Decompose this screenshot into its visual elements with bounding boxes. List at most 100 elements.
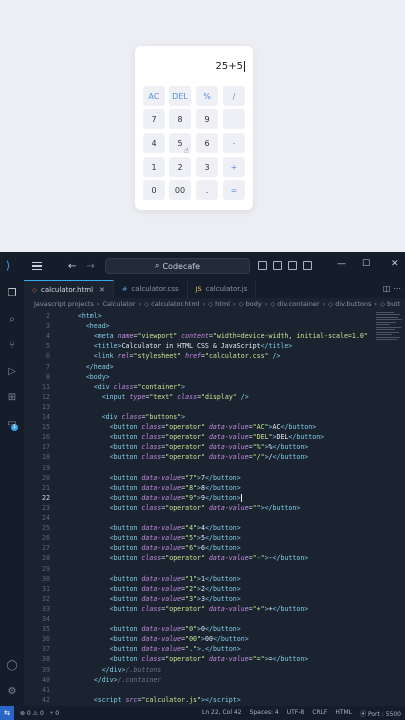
code-line[interactable]: 29: [24, 564, 374, 574]
close-tab-icon[interactable]: ✕: [99, 286, 105, 294]
source-control-icon[interactable]: ⑂: [6, 340, 18, 352]
calc-button[interactable]: 8: [169, 109, 191, 129]
code-line[interactable]: 24: [24, 513, 374, 523]
code-line[interactable]: 27 <button data-value="6">6</button>: [24, 543, 374, 553]
language-mode[interactable]: HTML: [335, 709, 352, 718]
calc-button[interactable]: +: [223, 157, 245, 177]
maximize-button[interactable]: ☐: [362, 259, 370, 269]
code-line[interactable]: 23 <button class="operator" data-value="…: [24, 503, 374, 513]
code-line[interactable]: 2 <html>: [24, 311, 374, 321]
breadcrumb-item[interactable]: ◇ html: [208, 300, 230, 308]
split-editor-icon[interactable]: ◫: [383, 284, 391, 293]
problems-count[interactable]: ⊗ 0 ⚠ 0: [20, 710, 44, 717]
code-line[interactable]: 16 <button class="operator" data-value="…: [24, 432, 374, 442]
calc-button[interactable]: 1: [143, 157, 165, 177]
back-arrow-icon[interactable]: ←: [68, 261, 76, 272]
code-line[interactable]: 17 <button class="operator" data-value="…: [24, 442, 374, 452]
code-line[interactable]: 42 <script src="calculator.js"></script>: [24, 695, 374, 705]
calc-button[interactable]: /: [223, 86, 245, 106]
breadcrumb-item[interactable]: ◇ div.buttons: [328, 300, 371, 308]
calc-button[interactable]: 4: [143, 133, 165, 153]
cursor-position[interactable]: Ln 22, Col 42: [202, 709, 242, 718]
minimap[interactable]: [374, 310, 405, 360]
code-line[interactable]: 21 <button data-value="8">8</button>: [24, 483, 374, 493]
extensions-icon[interactable]: ⊞: [6, 392, 18, 404]
code-line[interactable]: 5 <title>Calculator in HTML CSS & JavaSc…: [24, 341, 374, 351]
code-line[interactable]: 34: [24, 614, 374, 624]
calc-button[interactable]: %: [196, 86, 218, 106]
forward-arrow-icon[interactable]: →: [86, 261, 94, 272]
run-debug-icon[interactable]: ▷: [6, 366, 18, 378]
calc-button[interactable]: DEL: [169, 86, 191, 106]
code-line[interactable]: 28 <button class="operator" data-value="…: [24, 553, 374, 563]
calc-button[interactable]: 7: [143, 109, 165, 129]
search-icon[interactable]: ⌕: [6, 314, 18, 326]
code-line[interactable]: 39 </div>/.buttons: [24, 665, 374, 675]
more-actions-icon[interactable]: ⋯: [393, 284, 401, 293]
calc-button[interactable]: 9: [196, 109, 218, 129]
remote-explorer-icon[interactable]: ▭: [6, 418, 18, 430]
minimize-button[interactable]: —: [337, 259, 346, 269]
calc-button[interactable]: .: [196, 180, 218, 200]
breadcrumb-item[interactable]: ◇ body: [239, 300, 262, 308]
calc-button[interactable]: -: [223, 133, 245, 153]
calc-button[interactable]: 0: [143, 180, 165, 200]
code-line[interactable]: 26 <button data-value="5">5</button>: [24, 533, 374, 543]
code-line[interactable]: 4 <meta name="viewport" content="width=d…: [24, 331, 374, 341]
code-line[interactable]: 7 </head>: [24, 362, 374, 372]
menu-icon[interactable]: [32, 262, 42, 270]
breadcrumb-item[interactable]: ◇ calculator.html: [144, 300, 199, 308]
tab-calculator-css[interactable]: # calculator.css: [114, 280, 188, 298]
code-line[interactable]: 18 <button class="operator" data-value="…: [24, 452, 374, 462]
code-line[interactable]: 30 <button data-value="1">1</button>: [24, 574, 374, 584]
code-line[interactable]: 8 <body>: [24, 372, 374, 382]
code-line[interactable]: 38 <button class="operator" data-value="…: [24, 654, 374, 664]
toggle-secondary-sidebar-icon[interactable]: [288, 261, 297, 270]
remote-indicator-icon[interactable]: ⇆: [0, 706, 14, 720]
code-line[interactable]: 36 <button data-value="00">00</button>: [24, 634, 374, 644]
code-line[interactable]: 14 <div class="buttons">: [24, 412, 374, 422]
line-endings[interactable]: CRLF: [312, 709, 327, 718]
calc-button[interactable]: 3: [196, 157, 218, 177]
code-line[interactable]: 15 <button class="operator" data-value="…: [24, 422, 374, 432]
tab-calculator-js[interactable]: JS calculator.js: [188, 280, 257, 298]
explorer-icon[interactable]: ❐: [6, 288, 18, 300]
code-line[interactable]: 33 <button class="operator" data-value="…: [24, 604, 374, 614]
ports-count[interactable]: ⑂ 0: [50, 710, 59, 717]
indentation[interactable]: Spaces: 4: [250, 709, 279, 718]
code-line[interactable]: 3 <head>: [24, 321, 374, 331]
calculator-display[interactable]: 25+5: [216, 58, 245, 74]
toggle-sidebar-icon[interactable]: [258, 261, 267, 270]
close-window-button[interactable]: ✕: [391, 259, 399, 269]
breadcrumb-item[interactable]: Javascript projects: [34, 300, 94, 308]
breadcrumb-item[interactable]: ◇ butt: [380, 300, 400, 308]
calc-button[interactable]: AC: [143, 86, 165, 106]
calc-button[interactable]: 6: [196, 133, 218, 153]
customize-layout-icon[interactable]: [303, 261, 312, 270]
calc-button[interactable]: 2: [169, 157, 191, 177]
code-line[interactable]: 22 <button data-value="9">9</button>: [24, 493, 374, 503]
account-icon[interactable]: ◯: [6, 660, 18, 672]
code-line[interactable]: 25 <button data-value="4">4</button>: [24, 523, 374, 533]
toggle-panel-icon[interactable]: [273, 261, 282, 270]
code-line[interactable]: 13: [24, 402, 374, 412]
settings-gear-icon[interactable]: ⚙: [6, 686, 18, 698]
code-line[interactable]: 12 <input type="text" class="display" />: [24, 392, 374, 402]
calc-button[interactable]: [223, 109, 245, 129]
code-line[interactable]: 19: [24, 463, 374, 473]
code-line[interactable]: 41: [24, 685, 374, 695]
code-line[interactable]: 37 <button data-value=".">.</button>: [24, 644, 374, 654]
code-line[interactable]: 20 <button data-value="7">7</button>: [24, 473, 374, 483]
code-line[interactable]: 31 <button data-value="2">2</button>: [24, 584, 374, 594]
live-server-port[interactable]: ⦿ Port : 5500: [360, 709, 401, 718]
breadcrumb-item[interactable]: ◇ div.container: [270, 300, 319, 308]
code-editor[interactable]: 2 <html> 3 <head> 4 <meta name="viewport" …: [24, 310, 374, 706]
code-line[interactable]: 40 </div>/.container: [24, 675, 374, 685]
breadcrumb-item[interactable]: Calculator: [102, 300, 135, 308]
encoding[interactable]: UTF-8: [287, 709, 305, 718]
calc-button[interactable]: 00: [169, 180, 191, 200]
code-line[interactable]: 32 <button data-value="3">3</button>: [24, 594, 374, 604]
command-center-search[interactable]: ⌕ Codecafe: [105, 258, 250, 274]
code-line[interactable]: 35 <button data-value="0">0</button>: [24, 624, 374, 634]
calc-button[interactable]: =: [223, 180, 245, 200]
